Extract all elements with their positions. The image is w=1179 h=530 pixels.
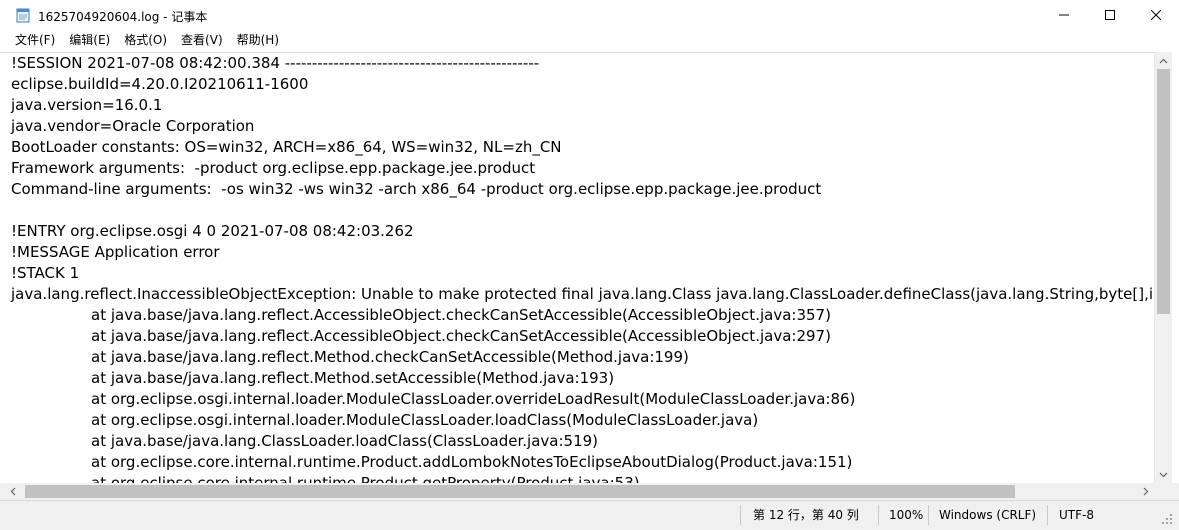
notepad-icon [16,7,30,23]
scrollbar-corner [1154,483,1179,500]
text-line: at org.eclipse.core.internal.runtime.Pro… [91,474,640,483]
notepad-window: 1625704920604.log - 记事本 文件(F) 编辑(E) 格式(O… [0,0,1179,530]
text-line: at java.base/java.lang.reflect.Accessibl… [91,327,831,345]
text-line: !STACK 1 [11,264,80,282]
status-line-ending: Windows (CRLF) [939,508,1037,522]
maximize-icon [1105,10,1115,20]
title-bar[interactable]: 1625704920604.log - 记事本 [0,0,1179,30]
text-line: eclipse.buildId=4.20.0.I20210611-1600 [11,75,309,93]
text-line: !SESSION 2021-07-08 08:42:00.384 -------… [11,54,540,72]
menu-view[interactable]: 查看(V) [174,30,230,50]
close-icon [1151,10,1161,20]
text-line: at java.base/java.lang.reflect.Accessibl… [91,306,831,324]
menu-file[interactable]: 文件(F) [8,30,62,50]
menu-edit[interactable]: 编辑(E) [62,30,117,50]
text-line: at java.base/java.lang.reflect.Method.se… [91,369,615,387]
status-cursor-position: 第 12 行，第 40 列 [753,508,859,522]
scroll-up-arrow-icon[interactable] [1155,52,1172,69]
horizontal-scroll-thumb[interactable] [25,485,1015,498]
text-line: at java.base/java.lang.ClassLoader.loadC… [91,432,599,450]
maximize-button[interactable] [1087,0,1133,30]
text-line: BootLoader constants: OS=win32, ARCH=x86… [11,138,562,156]
menu-help[interactable]: 帮助(H) [230,30,286,50]
scroll-down-arrow-icon[interactable] [1155,466,1172,483]
status-separator [740,505,741,525]
text-line: !MESSAGE Application error [11,243,220,261]
vertical-scroll-thumb[interactable] [1157,69,1170,314]
text-editor[interactable]: !SESSION 2021-07-08 08:42:00.384 -------… [0,52,1154,483]
resize-grip-icon[interactable] [1160,510,1174,526]
minimize-icon [1059,10,1069,20]
text-line: at org.eclipse.core.internal.runtime.Pro… [91,453,853,471]
text-line: java.lang.reflect.InaccessibleObjectExce… [11,285,1154,303]
menu-bar: 文件(F) 编辑(E) 格式(O) 查看(V) 帮助(H) [0,30,1179,50]
status-separator [878,505,879,525]
status-separator [1047,505,1048,525]
text-line: Command-line arguments: -os win32 -ws wi… [11,180,822,198]
minimize-button[interactable] [1041,0,1087,30]
status-encoding: UTF-8 [1059,508,1094,522]
text-line: java.vendor=Oracle Corporation [11,117,255,135]
status-bar: 第 12 行，第 40 列 100% Windows (CRLF) UTF-8 [0,500,1179,530]
horizontal-scrollbar[interactable] [0,483,1154,500]
status-zoom: 100% [889,508,924,522]
close-button[interactable] [1133,0,1179,30]
text-line: Framework arguments: -product org.eclips… [11,159,536,177]
text-line: at java.base/java.lang.reflect.Method.ch… [91,348,689,366]
text-line: at org.eclipse.osgi.internal.loader.Modu… [91,411,759,429]
status-separator [928,505,929,525]
text-line: !ENTRY org.eclipse.osgi 4 0 2021-07-08 0… [11,222,414,240]
menu-format[interactable]: 格式(O) [117,30,174,50]
scroll-right-arrow-icon[interactable] [1137,483,1154,500]
text-line: at org.eclipse.osgi.internal.loader.Modu… [91,390,856,408]
scroll-left-arrow-icon[interactable] [4,483,21,500]
text-line: java.version=16.0.1 [11,96,163,114]
vertical-scrollbar[interactable] [1154,52,1172,483]
window-title: 1625704920604.log - 记事本 [38,10,208,24]
